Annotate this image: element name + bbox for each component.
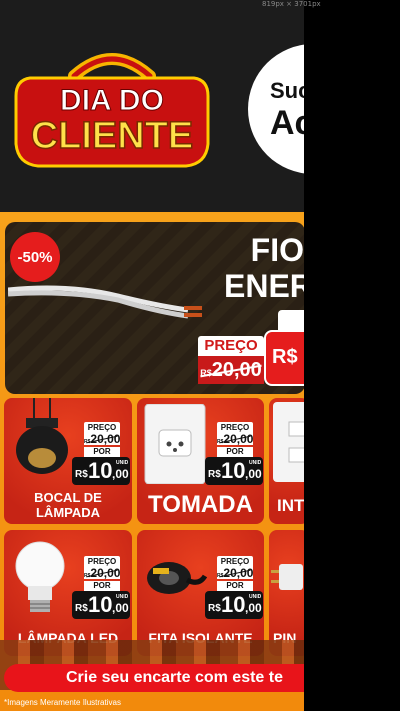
unit-label: UNID: [249, 460, 262, 466]
flyer-canvas: DIA DO CLIENTE Suc Ac -50% FIO ENER PREÇ…: [0, 0, 304, 711]
old-price: R$20,00: [84, 433, 120, 445]
switch-image: [273, 402, 304, 482]
promo-circle: Suc Ac: [248, 44, 304, 174]
empty-area: [304, 0, 400, 711]
price-tag: PREÇO R$20,00 POR R$ 10 UNID ,00: [205, 556, 263, 620]
featured-title-line1: FIO: [250, 232, 304, 268]
price-int: 10: [221, 458, 246, 483]
dia-do-cliente-logo: DIA DO CLIENTE: [14, 53, 210, 168]
old-price: R$20,00: [217, 433, 253, 445]
product-name-line1: BOCAL DE: [34, 490, 102, 505]
product-card-bocal: PREÇO R$20,00 POR R$ 10 UNID ,00 BOCAL D…: [4, 398, 132, 524]
price-cents: ,00: [112, 467, 129, 481]
currency: R$: [75, 469, 88, 480]
product-card-fita-isolante: PREÇO R$20,00 POR R$ 10 UNID ,00 FITA IS…: [137, 530, 264, 656]
product-card-lampada-led: PREÇO R$20,00 POR R$ 10 UNID ,00 LÂMPADA…: [4, 530, 132, 656]
currency: R$: [208, 603, 221, 614]
svg-text:CLIENTE: CLIENTE: [31, 115, 194, 157]
footnote: *Imagens Meramente Ilustrativas: [4, 698, 121, 707]
cta-banner[interactable]: Crie seu encarte com este te: [4, 664, 304, 692]
unit-label: UNID: [116, 594, 129, 600]
por-label: POR: [217, 581, 253, 591]
new-price: R$ 10 UNID ,00: [72, 457, 130, 485]
currency: R$: [208, 469, 221, 480]
unit-label: UNID: [249, 594, 262, 600]
header: DIA DO CLIENTE Suc Ac: [0, 0, 304, 212]
new-price: R$ 10 UNID ,00: [72, 591, 130, 619]
old-price: R$20,00: [217, 567, 253, 579]
featured-title: FIO ENER: [224, 232, 304, 304]
promo-circle-line1: Suc: [270, 78, 304, 103]
currency: R$: [75, 603, 88, 614]
plug-image: [271, 564, 303, 590]
product-name: TOMADA: [148, 491, 253, 518]
featured-price-tab: [278, 310, 304, 330]
featured-new-price: R$ 1: [264, 330, 304, 386]
featured-old-price: PREÇO R$20,00: [198, 336, 264, 384]
dimension-note: 819px × 3701px: [262, 0, 321, 8]
new-price: R$ 10 UNID ,00: [205, 457, 263, 485]
product-name-line2: LÂMPADA: [35, 505, 101, 520]
por-label: POR: [217, 447, 253, 457]
tape-image: [147, 562, 208, 594]
preco-label: PREÇO: [198, 336, 264, 356]
featured-title-line2: ENER: [224, 268, 304, 304]
price-tag: PREÇO R$20,00 POR R$ 10 UNID ,00: [72, 422, 130, 486]
bulb-socket-image: [16, 398, 68, 474]
product-name: INT: [277, 496, 304, 515]
cable-image: [8, 285, 202, 319]
price-cents: ,00: [245, 601, 262, 615]
price-tag: PREÇO R$20,00 POR R$ 10 UNID ,00: [72, 556, 130, 620]
por-label: POR: [84, 447, 120, 457]
price-cents: ,00: [245, 467, 262, 481]
new-price: R$ 10 UNID ,00: [205, 591, 263, 619]
por-label: POR: [84, 581, 120, 591]
led-bulb-image: [15, 541, 65, 612]
product-card-pin: PIN: [269, 530, 304, 656]
price-cents: ,00: [112, 601, 129, 615]
price-int: 10: [221, 592, 246, 617]
price-int: 10: [88, 592, 113, 617]
outlet-image: [144, 404, 206, 484]
old-price: R$20,00: [84, 567, 120, 579]
price-tag: PREÇO R$20,00 POR R$ 10 UNID ,00: [205, 422, 263, 486]
discount-badge: -50%: [10, 232, 60, 282]
old-price: R$20,00: [198, 356, 264, 384]
price-int: 10: [88, 458, 113, 483]
unit-label: UNID: [116, 460, 129, 466]
svg-text:DIA DO: DIA DO: [60, 84, 164, 117]
product-name: BOCAL DE LÂMPADA: [4, 490, 132, 520]
promo-circle-line2: Ac: [270, 104, 304, 142]
product-card-int: INT: [269, 398, 304, 524]
product-card-tomada: PREÇO R$20,00 POR R$ 10 UNID ,00 TOMADA: [137, 398, 264, 524]
